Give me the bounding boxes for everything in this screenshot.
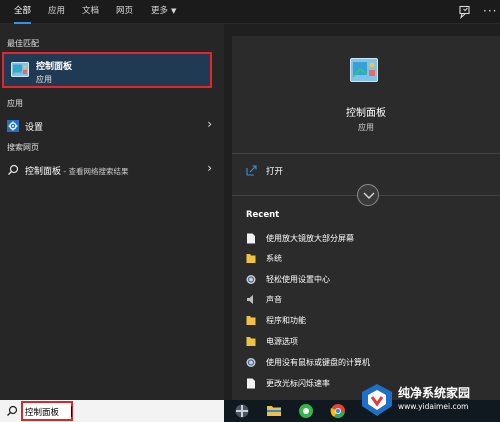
recent-item-label: 使用放大镜放大部分屏幕 <box>266 234 354 243</box>
more-options-icon[interactable]: ··· <box>483 4 497 18</box>
tab-more-label: 更多 <box>151 6 169 16</box>
search-icon <box>8 164 19 175</box>
open-icon <box>246 165 257 176</box>
watermark-logo-icon <box>362 384 392 416</box>
recent-item-label: 使用没有鼠标或键盘的计算机 <box>266 358 370 367</box>
feedback-icon[interactable] <box>458 5 472 19</box>
watermark: 纯净系统家园 www.yidaimei.com <box>356 378 500 422</box>
recent-item-label: 声音 <box>266 295 282 304</box>
divider <box>232 153 500 154</box>
chevron-down-icon: ▼ <box>171 7 177 15</box>
app-result-label: 设置 <box>25 123 44 133</box>
results-list: 最佳匹配 控制面板 应用 应用 设置 › 搜索网页 控制面板 - 查看网络搜索结… <box>0 24 224 400</box>
tab-web[interactable]: 网页 <box>116 0 133 24</box>
best-match-result[interactable]: 控制面板 应用 <box>2 52 212 88</box>
document-icon <box>247 378 255 389</box>
control-panel-icon <box>11 62 29 77</box>
recent-item-label: 轻松使用设置中心 <box>266 275 330 284</box>
web-result-suffix: - 查看网络搜索结果 <box>61 167 129 176</box>
chevron-right-icon[interactable]: › <box>207 161 212 175</box>
preview-title: 控制面板 <box>346 108 386 119</box>
text-caret <box>71 406 72 417</box>
watermark-title: 纯净系统家园 <box>398 386 471 400</box>
web-result-query: 控制面板 <box>25 167 62 177</box>
watermark-url: www.yidaimei.com <box>398 402 469 411</box>
chevron-down-icon <box>363 192 375 199</box>
recent-heading: Recent <box>246 210 280 220</box>
ease-of-access-icon <box>246 275 256 284</box>
tab-apps[interactable]: 应用 <box>48 0 65 24</box>
tab-documents[interactable]: 文档 <box>82 0 99 24</box>
web-result-label: 控制面板 - 查看网络搜索结果 <box>25 164 129 177</box>
web-result[interactable]: 控制面板 - 查看网络搜索结果 › <box>0 159 224 181</box>
gear-icon <box>7 120 19 132</box>
document-icon <box>247 233 255 244</box>
search-bar[interactable]: 控制面板 <box>0 400 224 422</box>
speaker-icon <box>247 295 253 304</box>
tab-all[interactable]: 全部 <box>14 0 32 24</box>
search-input-value: 控制面板 <box>25 408 60 418</box>
folder-icon <box>246 316 256 325</box>
file-explorer-icon[interactable] <box>266 403 282 419</box>
chrome-icon[interactable] <box>330 403 346 419</box>
search-icon <box>7 405 18 416</box>
pinwheel-app-icon[interactable] <box>234 403 250 419</box>
web-heading: 搜索网页 <box>7 143 39 152</box>
apps-heading: 应用 <box>7 99 23 108</box>
expand-button[interactable] <box>357 184 379 206</box>
best-match-title: 控制面板 <box>36 62 73 72</box>
search-scope-bar: 全部 应用 文档 网页 更多 ▼ ··· <box>0 0 500 24</box>
search-input[interactable]: 控制面板 <box>21 401 73 421</box>
control-panel-icon <box>350 58 378 82</box>
ease-of-access-icon <box>246 358 256 367</box>
folder-icon <box>246 254 256 263</box>
best-match-subtitle: 应用 <box>36 75 52 84</box>
recent-item-label: 系统 <box>266 254 282 263</box>
best-match-heading: 最佳匹配 <box>7 39 39 48</box>
open-label: 打开 <box>266 167 284 177</box>
recent-item-label: 更改光标闪烁速率 <box>266 379 330 388</box>
preview-pane: 控制面板 应用 打开 Recent 使用放大镜放大部分屏幕 系统 轻松使用设置中… <box>232 36 500 400</box>
folder-icon <box>246 337 256 346</box>
recent-item-label: 电源选项 <box>266 337 298 346</box>
tab-more[interactable]: 更多 ▼ <box>151 0 176 24</box>
recent-item-label: 程序和功能 <box>266 316 306 325</box>
chevron-right-icon[interactable]: › <box>207 117 212 131</box>
preview-subtitle: 应用 <box>358 123 374 132</box>
app-result-settings[interactable]: 设置 › <box>0 115 224 137</box>
green-app-icon[interactable] <box>298 403 314 419</box>
